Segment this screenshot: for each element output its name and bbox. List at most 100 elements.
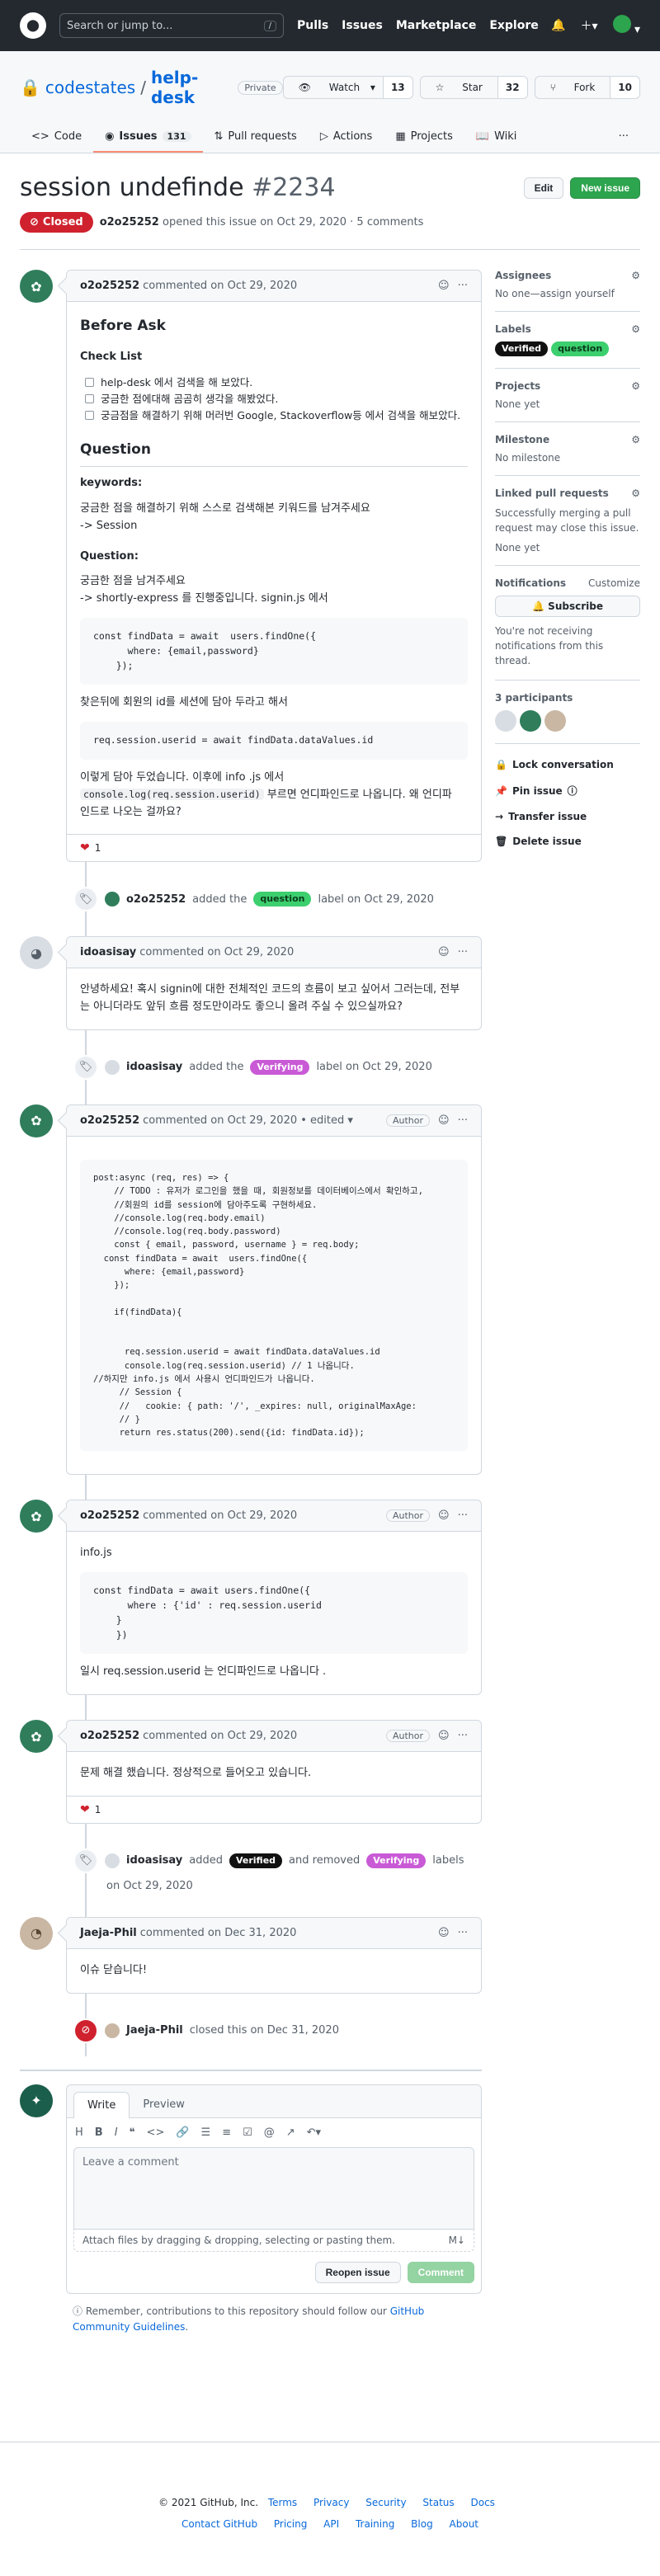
- mini-avatar[interactable]: [105, 892, 120, 907]
- more-tabs-icon[interactable]: ···: [607, 122, 640, 153]
- issue-author-link[interactable]: o2o25252: [100, 216, 159, 228]
- cross-reference-icon[interactable]: ↗: [286, 2126, 295, 2139]
- comment-date[interactable]: commented on Oct 29, 2020 • edited: [143, 1114, 344, 1127]
- tab-code[interactable]: <> Code: [20, 122, 93, 153]
- reaction-count[interactable]: 1: [95, 842, 101, 854]
- lock-conversation[interactable]: 🔒 Lock conversation: [495, 752, 640, 777]
- mention-icon[interactable]: @: [264, 2126, 275, 2139]
- numbered-list-icon[interactable]: ≡: [222, 2126, 231, 2139]
- participant-avatar[interactable]: [520, 710, 541, 732]
- kebab-menu-icon[interactable]: ···: [458, 1730, 468, 1742]
- tab-write[interactable]: Write: [73, 2091, 130, 2118]
- gear-icon[interactable]: ⚙: [631, 434, 640, 445]
- labels-title[interactable]: Labels: [495, 323, 531, 335]
- avatar[interactable]: ✿: [20, 1500, 53, 1533]
- comment-author[interactable]: Jaeja-Phil: [80, 1927, 137, 1939]
- reopen-issue-button[interactable]: Reopen issue: [314, 2261, 401, 2283]
- reaction-count[interactable]: 1: [95, 1804, 101, 1815]
- label-verifying[interactable]: Verifying: [366, 1853, 427, 1868]
- bell-icon[interactable]: 🔔: [551, 19, 565, 32]
- event-actor[interactable]: Jaeja-Phil: [126, 2024, 183, 2037]
- comment-author[interactable]: o2o25252: [80, 280, 139, 292]
- event-actor[interactable]: idoasisay: [126, 1854, 182, 1867]
- user-avatar[interactable]: ▾: [612, 15, 640, 36]
- heart-icon[interactable]: ❤: [80, 841, 90, 855]
- kebab-menu-icon[interactable]: ···: [458, 1927, 468, 1939]
- heading-icon[interactable]: H: [75, 2126, 83, 2139]
- comment-date[interactable]: commented on Oct 29, 2020: [143, 1509, 297, 1522]
- comment-author[interactable]: o2o25252: [80, 1730, 139, 1742]
- event-actor[interactable]: idoasisay: [126, 1061, 182, 1073]
- github-logo-icon[interactable]: ⬤: [20, 12, 46, 39]
- nav-explore[interactable]: Explore: [489, 19, 538, 32]
- star-button[interactable]: ☆ Star 32: [419, 76, 528, 99]
- footer-link-pricing[interactable]: Pricing: [274, 2518, 307, 2530]
- event-date[interactable]: on Oct 29, 2020: [93, 1880, 482, 1892]
- comment-button[interactable]: Comment: [407, 2261, 474, 2283]
- gear-icon[interactable]: ⚙: [631, 323, 640, 335]
- search-input[interactable]: Search or jump to... /: [59, 13, 284, 38]
- gear-icon[interactable]: ⚙: [631, 270, 640, 281]
- comment-date[interactable]: commented on Dec 31, 2020: [140, 1927, 297, 1939]
- smiley-icon[interactable]: ☺: [438, 1927, 450, 1939]
- mini-avatar[interactable]: [105, 1059, 120, 1075]
- label-verified[interactable]: Verified: [495, 341, 549, 356]
- label-verifying[interactable]: Verifying: [250, 1059, 310, 1075]
- comment-author[interactable]: o2o25252: [80, 1114, 139, 1127]
- reply-icon[interactable]: ↶▾: [307, 2126, 321, 2139]
- link-icon[interactable]: 🔗: [176, 2126, 189, 2139]
- participant-avatar[interactable]: [544, 710, 566, 732]
- task-list-icon[interactable]: ☑: [243, 2126, 252, 2139]
- kebab-menu-icon[interactable]: ···: [458, 946, 468, 958]
- participant-avatar[interactable]: [495, 710, 516, 732]
- smiley-icon[interactable]: ☺: [438, 1509, 450, 1522]
- italic-icon[interactable]: I: [115, 2126, 118, 2139]
- comment-textarea[interactable]: Leave a comment: [73, 2146, 474, 2230]
- subscribe-button[interactable]: 🔔 Subscribe: [495, 596, 640, 617]
- avatar[interactable]: ✦: [20, 2084, 53, 2117]
- kebab-menu-icon[interactable]: ···: [458, 1509, 468, 1522]
- nav-marketplace[interactable]: Marketplace: [396, 19, 476, 32]
- avatar[interactable]: ◔: [20, 1916, 53, 1950]
- repo-owner-link[interactable]: codestates: [45, 78, 135, 97]
- footer-link-api[interactable]: API: [323, 2518, 339, 2530]
- tab-wiki[interactable]: 📖 Wiki: [464, 122, 529, 153]
- avatar[interactable]: ✿: [20, 1104, 53, 1137]
- comment-author[interactable]: o2o25252: [80, 1509, 139, 1522]
- milestone-title[interactable]: Milestone: [495, 434, 549, 445]
- code-icon[interactable]: <>: [147, 2126, 165, 2139]
- footer-link-terms[interactable]: Terms: [268, 2497, 297, 2508]
- tab-issues[interactable]: ◉ Issues 131: [93, 122, 203, 153]
- comment-author[interactable]: idoasisay: [80, 946, 136, 958]
- kebab-menu-icon[interactable]: ···: [458, 280, 468, 292]
- comment-date[interactable]: commented on Oct 29, 2020: [143, 280, 297, 292]
- nav-pulls[interactable]: Pulls: [297, 19, 328, 32]
- linked-pr-title[interactable]: Linked pull requests: [495, 487, 609, 499]
- tab-projects[interactable]: ▦ Projects: [384, 122, 464, 153]
- gear-icon[interactable]: ⚙: [631, 380, 640, 392]
- footer-link-training[interactable]: Training: [356, 2518, 394, 2530]
- fork-count[interactable]: 10: [610, 77, 639, 98]
- transfer-issue[interactable]: → Transfer issue: [495, 804, 640, 829]
- mini-avatar[interactable]: [105, 1853, 120, 1868]
- delete-issue[interactable]: 🗑 Delete issue: [495, 829, 640, 854]
- label-verified[interactable]: Verified: [229, 1853, 283, 1868]
- tab-pull-requests[interactable]: ⇅ Pull requests: [203, 122, 309, 153]
- kebab-menu-icon[interactable]: ···: [458, 1114, 468, 1127]
- bold-icon[interactable]: B: [95, 2126, 103, 2139]
- footer-link-privacy[interactable]: Privacy: [314, 2497, 349, 2508]
- chevron-down-icon[interactable]: ▾: [344, 1114, 353, 1127]
- plus-dropdown-icon[interactable]: ＋▾: [580, 17, 597, 34]
- smiley-icon[interactable]: ☺: [438, 1114, 450, 1127]
- gear-icon[interactable]: ⚙: [631, 487, 640, 499]
- heart-icon[interactable]: ❤: [80, 1803, 90, 1816]
- quote-icon[interactable]: ❝: [130, 2126, 135, 2139]
- projects-title[interactable]: Projects: [495, 380, 540, 392]
- footer-link-about[interactable]: About: [450, 2518, 478, 2530]
- smiley-icon[interactable]: ☺: [438, 1730, 450, 1742]
- assignees-value[interactable]: No one—assign yourself: [495, 288, 640, 299]
- bullet-list-icon[interactable]: ☰: [201, 2126, 211, 2139]
- pin-issue[interactable]: 📌 Pin issue ⓘ: [495, 777, 640, 804]
- avatar[interactable]: ✿: [20, 270, 53, 303]
- avatar[interactable]: ✿: [20, 1720, 53, 1754]
